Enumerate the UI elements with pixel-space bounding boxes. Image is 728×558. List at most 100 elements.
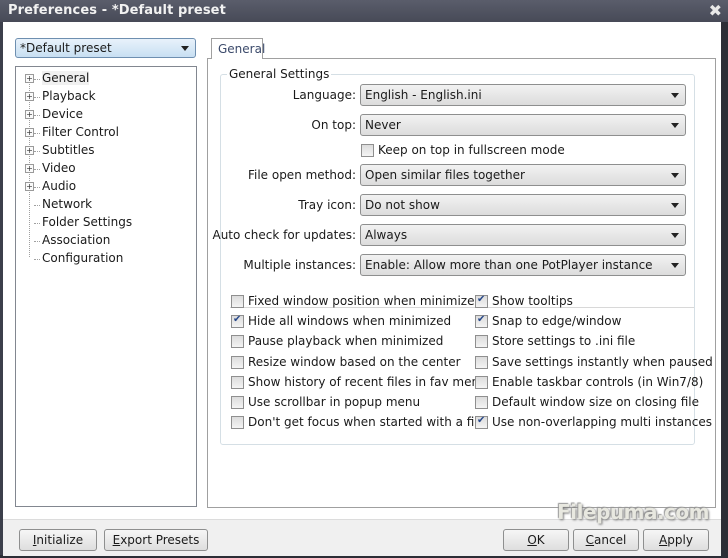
- tree-connector: [34, 241, 40, 242]
- tree-item-label: Subtitles: [42, 143, 95, 157]
- checkbox-box[interactable]: [231, 355, 244, 369]
- checkbox-box[interactable]: [231, 335, 244, 349]
- setting-label: On top:: [311, 118, 356, 132]
- tree-item-label: Folder Settings: [42, 215, 133, 229]
- setting-label: Multiple instances:: [243, 258, 356, 272]
- checkbox-box[interactable]: [231, 416, 244, 430]
- tree-item-label: Association: [42, 233, 111, 247]
- button-label: pply: [667, 533, 693, 547]
- dropdown-value: Enable: Allow more than one PotPlayer in…: [365, 258, 653, 272]
- tree-connector: [34, 133, 40, 134]
- tree-item[interactable]: + Filter Control: [16, 124, 186, 142]
- checkbox-label: Hide all windows when minimized: [248, 314, 452, 329]
- checkbox-label: Fixed window position when minimized: [248, 294, 483, 308]
- checkbox-box[interactable]: [475, 314, 488, 329]
- tree-connector: [34, 151, 40, 152]
- dropdown-value: Do not show: [365, 198, 440, 212]
- tree-item[interactable]: + Video: [16, 160, 186, 178]
- checkbox-label: Don't get focus when started with a file: [248, 415, 486, 430]
- setting-label: Tray icon:: [298, 198, 356, 212]
- expand-icon[interactable]: +: [25, 110, 34, 119]
- setting-label: File open method:: [247, 168, 356, 182]
- checkbox-label: Store settings to .ini file: [492, 334, 636, 349]
- expand-icon[interactable]: +: [25, 146, 34, 155]
- checkbox-label: Default window size on closing file: [492, 395, 700, 409]
- setting-dropdown[interactable]: Always: [360, 224, 686, 246]
- tree-item-label: Network: [42, 197, 93, 211]
- tree-connector: [34, 187, 40, 188]
- checkbox-box[interactable]: [475, 415, 488, 430]
- checkbox-box[interactable]: [475, 294, 488, 308]
- tree-item[interactable]: Association: [16, 232, 186, 250]
- checkbox-box[interactable]: [231, 314, 244, 329]
- title-bar: Preferences - *Default preset ✖: [0, 0, 728, 22]
- checkbox-box[interactable]: [475, 396, 488, 409]
- tree-item[interactable]: Folder Settings: [16, 214, 186, 232]
- tree-item[interactable]: Configuration: [16, 250, 186, 268]
- tree-item[interactable]: + General: [16, 70, 186, 88]
- chevron-down-icon: [671, 93, 679, 98]
- setting-label: Language:: [292, 88, 356, 102]
- cancel-button[interactable]: Cancel: [573, 529, 639, 551]
- button-label: xport Presets: [120, 533, 200, 547]
- checkbox-label: Snap to edge/window: [492, 314, 622, 329]
- setting-dropdown[interactable]: Open similar files together: [360, 164, 686, 186]
- expand-icon[interactable]: +: [25, 182, 34, 191]
- checkbox-label: Show history of recent files in fav menu: [248, 374, 487, 389]
- dropdown-value: Never: [365, 118, 401, 132]
- checkbox-label: Keep on top in fullscreen mode: [378, 143, 565, 157]
- watermark: Filepuma.com: [557, 500, 709, 524]
- checkbox-label: Show tooltips: [492, 294, 573, 308]
- expand-icon[interactable]: +: [25, 164, 34, 173]
- checkbox-box[interactable]: [475, 355, 488, 369]
- tree-connector: [34, 223, 40, 224]
- checkbox-box[interactable]: [475, 335, 488, 349]
- initialize-button[interactable]: Initialize: [19, 529, 97, 551]
- tree-item-label: Configuration: [42, 251, 124, 265]
- checkbox-box[interactable]: [475, 375, 488, 389]
- tree-item[interactable]: + Playback: [16, 88, 186, 106]
- category-tree[interactable]: + General + Playback + Device + Filter Control +…: [15, 66, 197, 507]
- tree-item[interactable]: + Device: [16, 106, 186, 124]
- checkbox-box[interactable]: [361, 144, 374, 157]
- tree-connector: [34, 115, 40, 116]
- tree-connector: [34, 259, 40, 260]
- ok-button[interactable]: OK: [503, 529, 569, 551]
- checkbox-label: Use non-overlapping multi instances: [492, 415, 712, 430]
- tree-connector: [34, 205, 40, 206]
- expand-icon[interactable]: +: [25, 128, 34, 137]
- setting-dropdown[interactable]: Do not show: [360, 194, 686, 216]
- tree-item-label: Device: [42, 107, 84, 121]
- expand-icon[interactable]: +: [25, 92, 34, 101]
- setting-dropdown[interactable]: Enable: Allow more than one PotPlayer in…: [360, 254, 686, 276]
- checkbox-box[interactable]: [231, 295, 244, 308]
- mnemonic: C: [585, 533, 595, 547]
- tree-item[interactable]: + Subtitles: [16, 142, 186, 160]
- tree-connector: [34, 79, 40, 80]
- tree-connector: [34, 169, 40, 170]
- tree-item[interactable]: + Audio: [16, 178, 186, 196]
- chevron-down-icon: [671, 263, 679, 268]
- tree-item-label: Audio: [42, 179, 77, 193]
- preset-dropdown[interactable]: *Default preset: [15, 38, 196, 58]
- tab-general[interactable]: General: [211, 38, 265, 59]
- checkbox-box[interactable]: [231, 396, 244, 409]
- setting-dropdown[interactable]: English - English.ini: [360, 84, 686, 106]
- tree-item-label: Video: [42, 161, 76, 175]
- checkbox-label: Use scrollbar in popup menu: [248, 395, 421, 409]
- mnemonic: O: [527, 533, 537, 547]
- setting-dropdown[interactable]: Never: [360, 114, 686, 136]
- apply-button[interactable]: Apply: [643, 529, 709, 551]
- group-title: General Settings: [227, 67, 332, 81]
- setting-label: Auto check for updates:: [212, 228, 356, 242]
- tree-item-label: Filter Control: [42, 125, 119, 139]
- checkbox-label: Resize window based on the center: [248, 354, 461, 369]
- close-icon[interactable]: ✖: [709, 1, 722, 20]
- tree-item-label: Playback: [42, 89, 96, 103]
- tree-item[interactable]: Network: [16, 196, 186, 214]
- checkbox-box[interactable]: [231, 375, 244, 389]
- expand-icon[interactable]: +: [25, 74, 34, 83]
- chevron-down-icon: [671, 233, 679, 238]
- dialog-body: *Default preset + General + Playback + Device…: [3, 22, 721, 556]
- export-presets-button[interactable]: Export Presets: [104, 529, 208, 551]
